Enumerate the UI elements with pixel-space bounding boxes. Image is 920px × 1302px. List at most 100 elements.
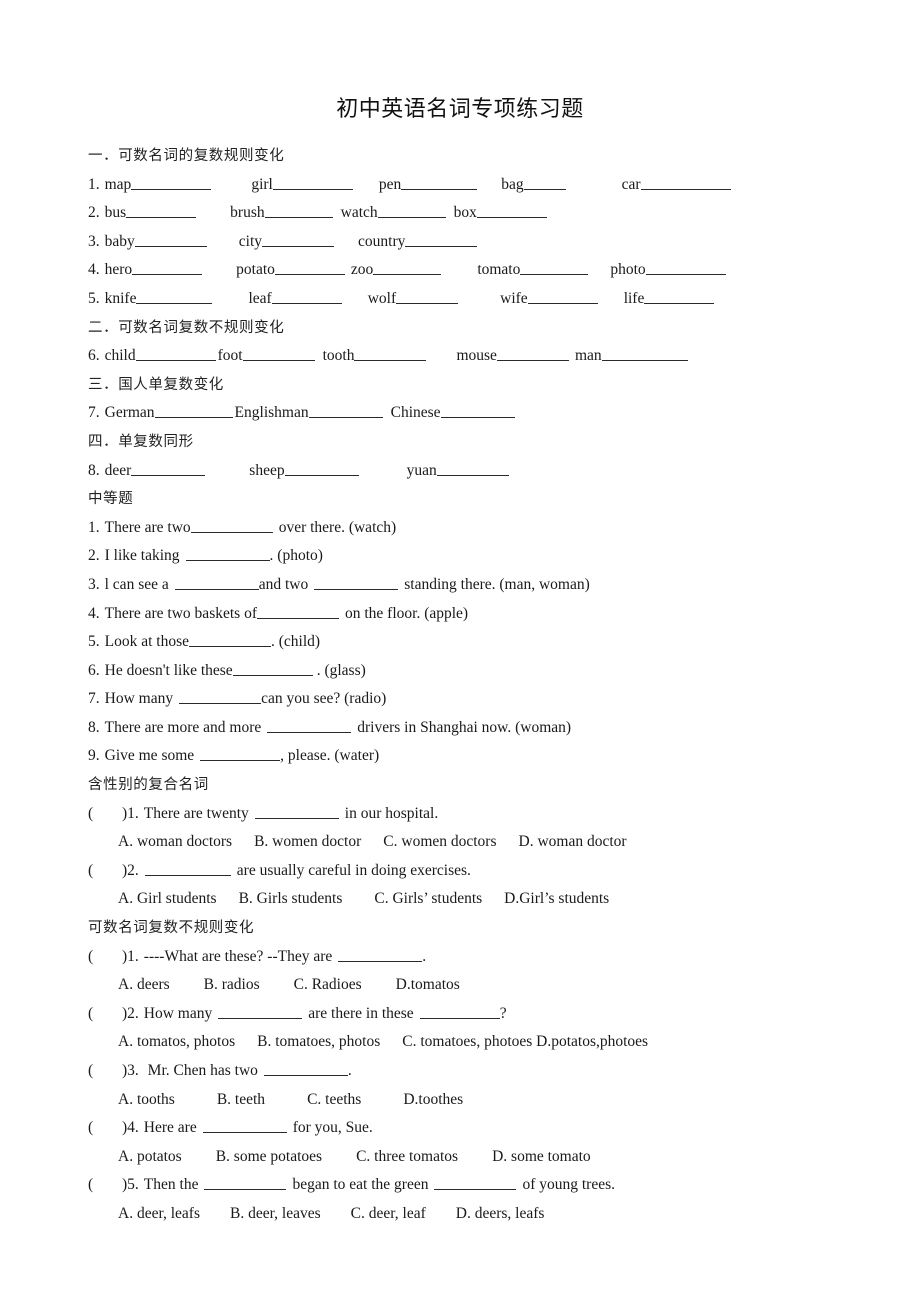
answer-blank[interactable] — [496, 345, 569, 362]
option-b[interactable]: B. teeth — [217, 1091, 265, 1108]
option-c[interactable]: C. Radioes — [294, 976, 362, 993]
answer-blank[interactable] — [401, 174, 478, 190]
answer-blank[interactable] — [308, 402, 383, 419]
option-b[interactable]: B. radios — [204, 976, 260, 993]
answer-blank[interactable] — [131, 460, 206, 476]
answer-blank[interactable] — [271, 288, 342, 304]
option-c[interactable]: C. women doctors — [383, 833, 496, 850]
drill-word: watch — [340, 204, 378, 222]
option-d[interactable]: D.tomatos — [396, 976, 460, 993]
question-text-post: for you, Sue. — [292, 1119, 373, 1137]
answer-blank[interactable] — [396, 288, 459, 304]
option-a[interactable]: A. deer, leafs — [118, 1205, 200, 1222]
answer-blank[interactable] — [136, 288, 213, 304]
question-number: 2. — [88, 547, 100, 565]
answer-blank[interactable] — [645, 259, 726, 276]
option-a[interactable]: A. deers — [118, 976, 170, 993]
drill-row-3: 3. baby city country — [88, 228, 836, 257]
answer-blank[interactable] — [436, 460, 509, 476]
answer-blank[interactable] — [601, 345, 688, 362]
answer-blank[interactable] — [242, 345, 315, 362]
answer-paren[interactable]: ( — [88, 1057, 122, 1086]
answer-blank[interactable] — [434, 1174, 517, 1191]
answer-blank[interactable] — [204, 1174, 287, 1191]
answer-blank[interactable] — [135, 345, 216, 362]
section-heading-6: 含性别的复合名词 — [88, 777, 209, 794]
answer-paren[interactable]: ( — [88, 1000, 122, 1029]
answer-blank[interactable] — [523, 174, 566, 190]
answer-blank[interactable] — [338, 946, 423, 962]
option-c[interactable]: C. deer, leaf — [351, 1205, 426, 1222]
option-cd[interactable]: C. tomatoes, photoes D.potatos,photoes — [402, 1033, 648, 1050]
answer-blank[interactable] — [527, 288, 598, 304]
answer-blank[interactable] — [267, 717, 352, 733]
answer-blank[interactable] — [373, 259, 442, 276]
answer-blank[interactable] — [174, 574, 259, 590]
answer-blank[interactable] — [200, 745, 281, 762]
drill-word: Englishman — [234, 404, 309, 422]
option-d[interactable]: D. deers, leafs — [456, 1205, 545, 1222]
answer-blank[interactable] — [354, 345, 427, 362]
answer-blank[interactable] — [377, 202, 446, 219]
answer-blank[interactable] — [190, 517, 273, 533]
answer-blank[interactable] — [640, 174, 731, 190]
answer-blank[interactable] — [154, 402, 233, 419]
answer-blank[interactable] — [476, 202, 547, 219]
answer-blank[interactable] — [185, 545, 270, 562]
option-c[interactable]: C. three tomatos — [356, 1148, 458, 1165]
answer-blank[interactable] — [134, 231, 207, 247]
option-c[interactable]: C. teeths — [307, 1091, 361, 1108]
drill-word: knife — [104, 289, 137, 307]
option-b[interactable]: B. deer, leaves — [230, 1205, 321, 1222]
answer-blank[interactable] — [232, 660, 313, 676]
option-d[interactable]: D. woman doctor — [519, 833, 627, 850]
answer-paren[interactable]: ( — [88, 857, 122, 886]
option-b[interactable]: B. Girls students — [239, 890, 343, 907]
answer-blank[interactable] — [440, 402, 515, 419]
option-d[interactable]: D. some tomato — [492, 1148, 591, 1165]
answer-blank[interactable] — [202, 1117, 287, 1134]
answer-blank[interactable] — [126, 202, 197, 219]
answer-blank[interactable] — [218, 1003, 303, 1019]
answer-blank[interactable] — [131, 174, 212, 190]
answer-blank[interactable] — [132, 259, 203, 276]
answer-blank[interactable] — [262, 231, 335, 247]
option-b[interactable]: B. tomatoes, photos — [257, 1033, 380, 1050]
option-a[interactable]: A. Girl students — [118, 890, 217, 907]
answer-paren[interactable]: ( — [88, 943, 122, 972]
option-d[interactable]: D.toothes — [403, 1091, 463, 1108]
drill-row-5: 5. knife leaf wolf wife life — [88, 285, 836, 314]
answer-blank[interactable] — [179, 688, 262, 705]
answer-blank[interactable] — [272, 174, 353, 190]
answer-blank[interactable] — [144, 860, 231, 876]
option-a[interactable]: A. woman doctors — [118, 833, 232, 850]
answer-blank[interactable] — [520, 259, 589, 276]
option-b[interactable]: B. some potatoes — [216, 1148, 322, 1165]
option-c[interactable]: C. Girls’ students — [374, 890, 482, 907]
option-a[interactable]: A. tooths — [118, 1091, 175, 1108]
answer-blank[interactable] — [189, 631, 271, 648]
answer-blank[interactable] — [274, 259, 345, 276]
answer-paren[interactable]: ( — [88, 1171, 122, 1200]
answer-blank[interactable] — [419, 1003, 500, 1019]
option-d[interactable]: D.Girl’s students — [504, 890, 609, 907]
answer-blank[interactable] — [263, 1060, 348, 1076]
question-text-post: drivers in Shanghai now. (woman) — [357, 718, 572, 736]
question-number: )2. — [122, 1004, 139, 1022]
answer-blank[interactable] — [264, 202, 333, 219]
drill-word: bus — [104, 204, 127, 222]
answer-blank[interactable] — [314, 574, 399, 590]
answer-blank[interactable] — [644, 288, 715, 304]
answer-paren[interactable]: ( — [88, 800, 122, 829]
option-a[interactable]: A. potatos — [118, 1148, 182, 1165]
answer-blank[interactable] — [256, 603, 339, 619]
question-text-post: are usually careful in doing exercises. — [236, 861, 471, 879]
question-text-post: . — [347, 1062, 352, 1079]
answer-paren[interactable]: ( — [88, 1114, 122, 1143]
answer-blank[interactable] — [284, 460, 359, 476]
answer-blank[interactable] — [254, 803, 339, 819]
drill-row-8: 8. deer sheep yuan — [88, 457, 836, 486]
option-b[interactable]: B. women doctor — [254, 833, 361, 850]
option-a[interactable]: A. tomatos, photos — [118, 1033, 235, 1050]
answer-blank[interactable] — [405, 231, 478, 247]
